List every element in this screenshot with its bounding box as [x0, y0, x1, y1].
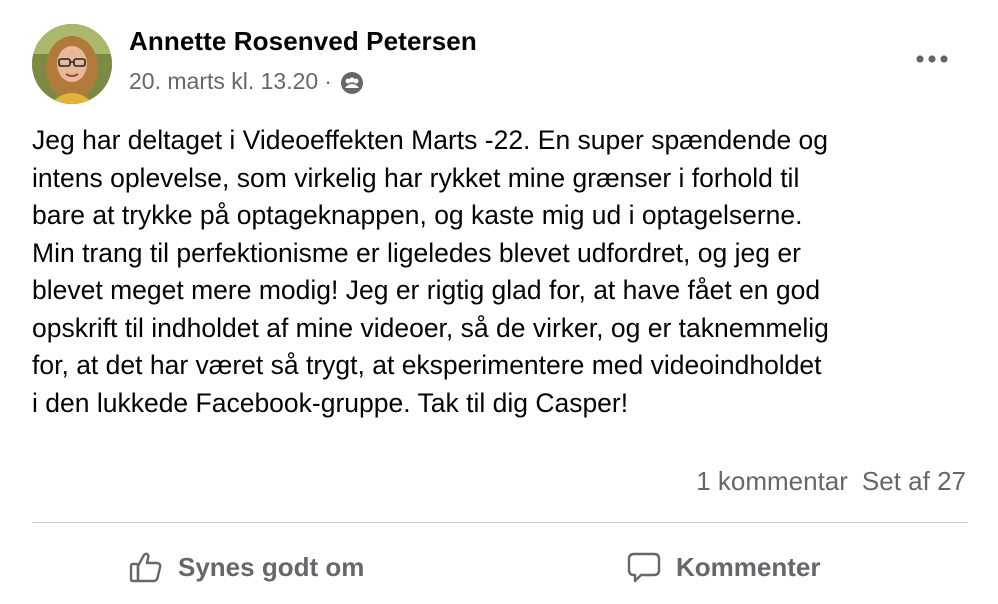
like-label: Synes godt om — [178, 551, 365, 582]
like-button[interactable]: Synes godt om — [128, 542, 364, 592]
avatar[interactable] — [32, 24, 112, 104]
post-stats: 1 kommentar Set af 27 — [696, 466, 966, 497]
comment-button[interactable]: Kommenter — [626, 542, 820, 592]
meta-separator: · — [324, 68, 332, 94]
post-card: Annette Rosenved Petersen 20. marts kl. … — [0, 0, 998, 604]
thumbs-up-icon — [128, 549, 164, 585]
seen-count[interactable]: Set af 27 — [862, 466, 966, 497]
post-meta: 20. marts kl. 13.20 · — [129, 68, 364, 95]
comment-icon — [626, 549, 662, 585]
post-text: Jeg har deltaget i Videoeffekten Marts -… — [32, 125, 829, 418]
author-name[interactable]: Annette Rosenved Petersen — [129, 26, 477, 57]
comment-count[interactable]: 1 kommentar — [696, 466, 848, 497]
more-options-icon[interactable] — [912, 44, 952, 74]
divider — [32, 522, 968, 523]
comment-label: Kommenter — [676, 551, 821, 582]
avatar-photo — [32, 24, 112, 104]
group-icon[interactable] — [340, 71, 364, 95]
post-timestamp[interactable]: 20. marts kl. 13.20 — [129, 68, 318, 95]
